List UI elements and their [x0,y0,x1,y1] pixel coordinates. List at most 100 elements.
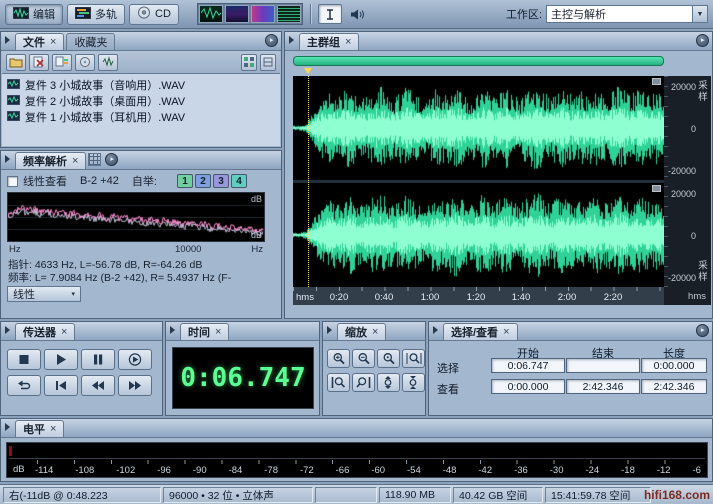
tab-selection-view[interactable]: 选择/查看 × [443,323,518,340]
panel-flyout-icon[interactable] [5,155,10,163]
chevron-down-icon[interactable]: ▼ [692,6,707,22]
insert-into-multitrack-button[interactable] [52,54,72,71]
tab-zoom[interactable]: 缩放 × [337,323,386,340]
tab-time[interactable]: 时间 × [180,323,229,340]
waveform-left-channel[interactable] [293,76,664,180]
axis-hz-right: Hz [251,244,263,255]
scale-tick: -18 [621,465,635,476]
files-panel: 文件 × 收藏夹 复件 3 小城故事（音响用）.WAV [0,31,282,148]
hold-button-4[interactable]: 4 [231,174,247,188]
close-icon[interactable]: × [72,156,78,167]
pause-button[interactable] [81,349,115,370]
options-grid-icon[interactable] [241,54,257,71]
close-icon[interactable]: × [345,37,351,48]
tab-transport[interactable]: 传送器 × [15,323,75,340]
list-item[interactable]: 复件 3 小城故事（音响用）.WAV [2,77,280,93]
import-file-button[interactable] [6,54,26,71]
play-button[interactable] [44,349,78,370]
frequency-graph[interactable] [8,193,264,241]
waveform-display[interactable] [293,76,664,287]
zoom-to-selection-button[interactable] [402,349,425,368]
selection-length-field[interactable]: 0:00.000 [641,358,707,373]
zoom-out-vertical-button[interactable] [402,373,425,392]
view-start-field[interactable]: 0:00.000 [491,379,565,394]
go-to-start-button[interactable] [44,375,78,396]
zoom-left-edge-button[interactable] [327,373,350,392]
panel-flyout-icon[interactable] [170,326,175,334]
panel-menu-button[interactable] [696,34,709,47]
list-item[interactable]: 复件 1 小城故事（耳机用）.WAV [2,109,280,125]
close-icon[interactable]: × [215,327,221,338]
level-meter[interactable]: dB -114 -108 -102 -96 -90 -84 -78 -72 -6… [6,442,708,478]
playhead-marker-icon[interactable] [304,68,312,74]
selection-end-field[interactable] [566,358,640,373]
edit-view-button[interactable]: 编辑 [5,4,63,25]
panel-flyout-icon[interactable] [289,36,294,44]
tab-main-group[interactable]: 主群组 × [299,33,359,50]
close-icon[interactable]: × [372,327,378,338]
status-format: 96000 • 32 位 • 立体声 [163,487,313,503]
level-panel: 电平 × dB -114 -108 -102 -96 -90 -84 -78 -… [0,418,713,482]
linear-view-label: 线性查看 [23,173,67,189]
amplitude-ruler[interactable]: 20000 0 -20000 20000 0 -20000 采样 采样 [664,76,711,287]
hold-button-3[interactable]: 3 [213,174,229,188]
zoom-right-edge-button[interactable] [352,373,375,392]
close-icon[interactable]: × [50,37,56,48]
playhead-cursor[interactable] [308,76,309,287]
spectral-frequency-icon[interactable] [225,5,249,23]
selection-start-field[interactable]: 0:06.747 [491,358,565,373]
scale-select[interactable]: 线性 ▾ [7,286,81,302]
tab-files[interactable]: 文件 × [15,33,64,50]
close-icon[interactable]: × [503,327,509,338]
panel-flyout-icon[interactable] [5,326,10,334]
list-item[interactable]: 复件 2 小城故事（桌面用）.WAV [2,93,280,109]
multitrack-view-button[interactable]: 多轨 [67,4,125,25]
zoom-navigation-bar[interactable] [293,56,664,66]
scale-tick: -78 [264,465,278,476]
panel-menu-button[interactable] [696,324,709,337]
stop-button[interactable] [7,349,41,370]
panel-menu-button[interactable] [105,153,118,166]
view-length-field[interactable]: 2:42.346 [641,379,707,394]
panel-flyout-icon[interactable] [5,423,10,431]
scrub-tool-icon[interactable] [346,4,370,24]
timeline-ruler[interactable]: hms 0:20 0:40 1:00 1:20 1:40 2:00 2:20 [293,287,664,305]
time-display[interactable]: 0:06.747 [172,347,314,409]
waveform-display-icon[interactable] [199,5,223,23]
play-to-end-button[interactable] [118,349,152,370]
cd-view-button[interactable]: CD [129,4,179,25]
close-file-button[interactable] [29,54,49,71]
fast-forward-button[interactable] [118,375,152,396]
panel-flyout-icon[interactable] [5,36,10,44]
zoom-out-full-button[interactable] [377,349,400,368]
close-icon[interactable]: × [61,327,67,338]
chevron-down-icon[interactable]: ▾ [71,290,75,298]
close-icon[interactable]: × [50,424,56,435]
spectral-phase-icon[interactable] [277,5,301,23]
time-selection-tool-icon[interactable] [318,4,342,24]
tab-favorites[interactable]: 收藏夹 [66,33,115,50]
zoom-out-button[interactable] [352,349,375,368]
loop-play-button[interactable] [7,375,41,396]
hold-button-1[interactable]: 1 [177,174,193,188]
linear-view-checkbox[interactable] [7,176,18,187]
tab-level[interactable]: 电平 × [15,420,64,437]
view-end-field[interactable]: 2:42.346 [566,379,640,394]
spectral-pan-icon[interactable] [251,5,275,23]
row-label-selection: 选择 [437,360,459,376]
edit-file-button[interactable] [98,54,118,71]
zoom-in-button[interactable] [327,349,350,368]
insert-into-cd-button[interactable] [75,54,95,71]
advanced-options-icon[interactable] [260,54,276,71]
panel-grid-icon[interactable] [88,153,101,166]
hold-button-2[interactable]: 2 [195,174,211,188]
transport-tabbar: 传送器 × [1,322,162,341]
panel-menu-button[interactable] [265,34,278,47]
rewind-button[interactable] [81,375,115,396]
zoom-in-vertical-button[interactable] [377,373,400,392]
panel-flyout-icon[interactable] [433,326,438,334]
tab-frequency-analysis[interactable]: 频率解析 × [15,152,86,169]
waveform-right-channel[interactable] [293,183,664,287]
panel-flyout-icon[interactable] [327,326,332,334]
workspace-select[interactable]: 主控与解析 ▼ [546,5,708,23]
